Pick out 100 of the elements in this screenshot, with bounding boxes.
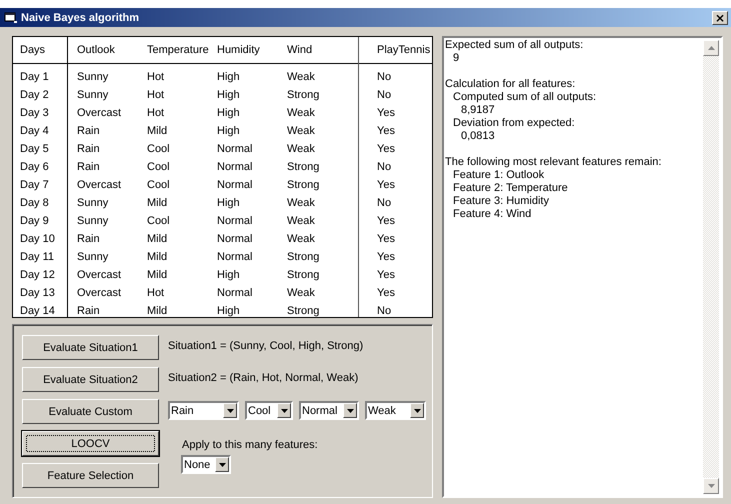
close-button[interactable]: × xyxy=(712,10,728,24)
table-cell-text: Yes xyxy=(376,233,395,245)
table-cell-text: Strong xyxy=(287,89,320,101)
action-button[interactable]: Evaluate Situation1 xyxy=(22,335,159,360)
table-cell-text: Mild xyxy=(147,233,168,245)
table-cell-text: Cool xyxy=(147,179,171,191)
table-cell-text: High xyxy=(217,89,241,101)
down-arrow-icon xyxy=(708,484,714,488)
table-cell-text: Weak xyxy=(287,197,316,209)
output-line: Computed sum of all outputs: xyxy=(453,91,596,103)
table-cell-text: Day 14 xyxy=(19,305,56,317)
table-cell-text: Cool xyxy=(147,215,171,227)
table-cell-text: Weak xyxy=(287,287,316,299)
table-cell-text: Weak xyxy=(287,125,316,137)
column-header: PlayTennis xyxy=(376,44,430,56)
dropdown[interactable]: Cool xyxy=(245,401,293,420)
table-cell-text: No xyxy=(376,197,392,209)
table-cell-text: Weak xyxy=(287,71,316,83)
output-line: Feature 3: Humidity xyxy=(453,195,549,207)
table-cell-text: Weak xyxy=(287,107,316,119)
table-cell-text: Hot xyxy=(147,71,166,83)
table-cell-text: Yes xyxy=(376,287,395,299)
scrollbar[interactable] xyxy=(703,40,719,494)
up-arrow-icon xyxy=(708,46,714,50)
output-line: 8,9187 xyxy=(461,104,495,116)
table-cell-text: Overcast xyxy=(77,269,122,281)
table-cell-text: Day 11 xyxy=(19,251,56,263)
table-cell-text: Day 4 xyxy=(19,125,50,137)
scroll-down-button[interactable] xyxy=(703,478,719,494)
output-line: Feature 2: Temperature xyxy=(453,182,568,194)
table-cell-text: Day 3 xyxy=(19,107,50,119)
column-header: Wind xyxy=(287,44,314,56)
table-cell-text: Rain xyxy=(77,233,101,245)
table-cell-text: Yes xyxy=(376,269,395,281)
dropdown-arrow-icon xyxy=(346,408,354,412)
table-cell-text: Normal xyxy=(217,143,254,155)
table-cell-text: No xyxy=(376,71,392,83)
output-line: 0,0813 xyxy=(461,130,495,142)
table-cell-text: No xyxy=(376,305,392,317)
table-cell-text: No xyxy=(376,161,392,173)
scroll-up-button[interactable] xyxy=(703,40,719,56)
table-cell-text: Yes xyxy=(376,179,395,191)
table-cell-text: Mild xyxy=(147,197,168,209)
table-cell-text: Rain xyxy=(77,305,101,317)
table-cell-text: Day 13 xyxy=(19,287,56,299)
table-cell-text: Hot xyxy=(147,287,166,299)
table-cell-text: Day 2 xyxy=(19,89,50,101)
dropdown[interactable]: Weak xyxy=(365,401,426,420)
table-cell-text: High xyxy=(217,269,241,281)
action-button[interactable]: Evaluate Custom xyxy=(22,399,159,424)
table-cell-text: Yes xyxy=(376,107,395,119)
table-cell-text: Cool xyxy=(147,161,171,173)
column-header: Outlook xyxy=(77,44,116,56)
table-cell-text: Sunny xyxy=(77,71,110,83)
action-button[interactable]: LOOCV xyxy=(22,431,159,456)
table-cell-text: Overcast xyxy=(77,107,122,119)
output-line: Feature 4: Wind xyxy=(453,208,532,220)
table-cell-text: Rain xyxy=(77,161,101,173)
dropdown-arrow-icon xyxy=(280,408,288,412)
table-cell-text: Day 6 xyxy=(19,161,50,173)
table-cell-text: Yes xyxy=(376,251,395,263)
table-cell-text: Normal xyxy=(217,287,254,299)
table-cell-text: Weak xyxy=(287,215,316,227)
table-cell-text: Rain xyxy=(77,143,101,155)
table-cell-text: No xyxy=(376,89,392,101)
table-cell-text: Hot xyxy=(147,89,166,101)
situation-text: Situation2 = (Rain, Hot, Normal, Weak) xyxy=(168,371,358,386)
table-cell-text: High xyxy=(217,197,241,209)
dropdown-arrow-icon xyxy=(226,408,234,412)
column-header: Days xyxy=(19,44,46,56)
dropdown[interactable]: None xyxy=(181,455,231,474)
action-button[interactable]: Feature Selection xyxy=(22,463,159,488)
table-cell-text: Overcast xyxy=(77,287,122,299)
dropdown-arrow-icon xyxy=(218,462,226,466)
column-header: Humidity xyxy=(217,44,261,56)
output-line: Feature 1: Outlook xyxy=(453,169,544,181)
table-cell-text: Yes xyxy=(376,215,395,227)
table-cell-text: Strong xyxy=(287,161,320,173)
output-line: Expected sum of all outputs: xyxy=(445,39,584,51)
feature-count-label: Apply to this many features: xyxy=(182,439,318,451)
table-cell-text: Day 5 xyxy=(19,143,50,155)
window-title: Naive Bayes algorithm xyxy=(21,12,140,24)
table-cell-text: Strong xyxy=(287,269,320,281)
table-cell-text: Day 1 xyxy=(19,71,50,83)
action-button[interactable]: Evaluate Situation2 xyxy=(22,367,159,392)
table-cell-text: Mild xyxy=(147,269,168,281)
table-cell-text: High xyxy=(217,71,241,83)
window-icon xyxy=(4,12,18,24)
table-cell-text: Normal xyxy=(217,233,254,245)
table-cell-text: Weak xyxy=(287,143,316,155)
dropdown-arrow-icon xyxy=(414,408,420,412)
dropdown[interactable]: Rain xyxy=(168,401,239,420)
table-cell-text: Yes xyxy=(376,143,395,155)
table-cell-text: Sunny xyxy=(77,215,110,227)
table-cell-text: Day 7 xyxy=(19,179,50,191)
table-cell-text: Normal xyxy=(217,215,254,227)
table-cell-text: Mild xyxy=(147,305,168,317)
table-cell-text: Mild xyxy=(147,125,168,137)
dropdown[interactable]: Normal xyxy=(299,401,359,420)
table-cell-text: High xyxy=(217,305,241,317)
